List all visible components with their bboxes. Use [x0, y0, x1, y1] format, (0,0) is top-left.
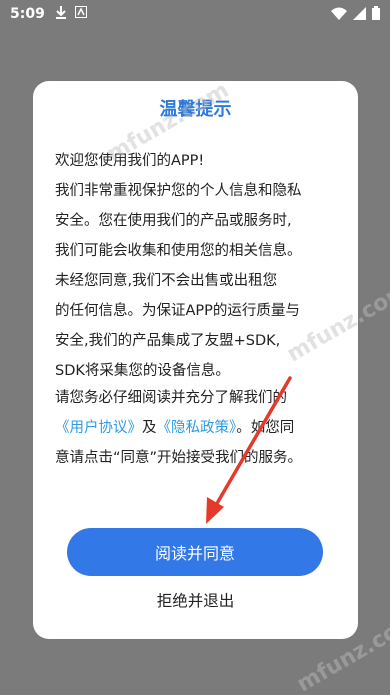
signal-icon [353, 6, 366, 24]
notice-conjunction: 及 [142, 420, 157, 436]
battery-icon [372, 6, 380, 24]
body-line: 欢迎您使用我们的APP! [55, 153, 205, 169]
body-line: 我们可能会收集和使用您的相关信息。 [55, 243, 302, 259]
body-line: 安全。您在使用我们的产品或服务时, [55, 213, 292, 229]
status-time: 5:09 [10, 6, 45, 22]
privacy-policy-link[interactable]: 《隐私政策》 [157, 420, 237, 436]
notice-line: 意请点击“同意”开始接受我们的服务。 [55, 450, 303, 466]
agree-button[interactable]: 阅读并同意 [67, 528, 323, 576]
notice-text: 。如您同 [236, 420, 295, 436]
notice-line: 请您务必仔细阅读并充分了解我们的 [55, 390, 287, 406]
reject-exit-button[interactable]: 拒绝并退出 [33, 585, 358, 615]
download-icon [55, 5, 67, 23]
body-line: 未经您同意,我们不会出售或出租您 [55, 273, 278, 289]
privacy-dialog: 温馨提示 欢迎您使用我们的APP! 我们非常重视保护您的个人信息和隐私 安全。您… [33, 81, 358, 639]
status-bar: 5:09 [0, 0, 390, 28]
body-line: 我们非常重视保护您的个人信息和隐私 [55, 183, 302, 199]
body-line: 的任何信息。为保证APP的运行质量与 [55, 303, 300, 319]
dialog-notice: 请您务必仔细阅读并充分了解我们的 《用户协议》及《隐私政策》。如您同 意请点击“… [55, 383, 340, 473]
user-agreement-link[interactable]: 《用户协议》 [55, 420, 142, 436]
app-notification-icon [74, 6, 87, 22]
wifi-icon [331, 7, 347, 24]
